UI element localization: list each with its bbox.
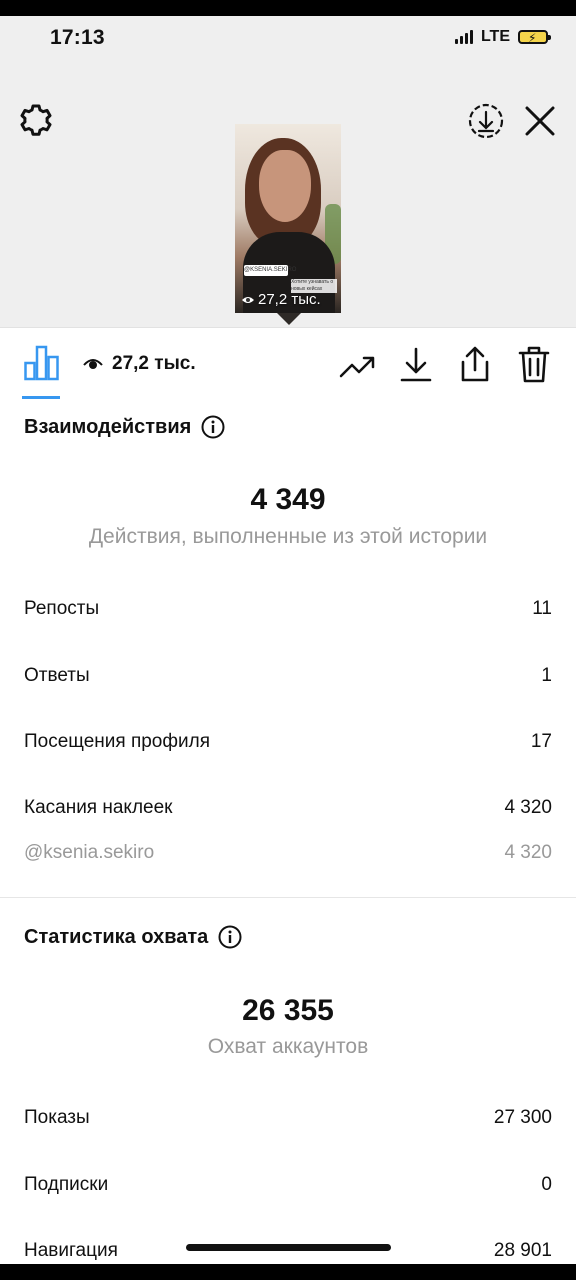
info-icon[interactable] [201,415,225,439]
eye-icon [83,359,103,369]
thumbnail-views: 27,2 тыс. [241,291,321,308]
row-label: Ответы [24,665,90,686]
row-label: Посещения профиля [24,731,210,752]
interaction-row-profile-visits: Посещения профиля 17 [24,731,552,753]
home-indicator[interactable] [186,1244,391,1251]
download-circle-icon[interactable] [466,101,506,141]
promote-trend-icon[interactable] [338,348,378,384]
row-value: 0 [541,1174,552,1195]
interaction-row-sticker-taps: Касания наклеек 4 320 [24,797,552,819]
network-label: LTE [480,28,510,45]
row-label: Показы [24,1107,90,1128]
interactions-header: Взаимодействия [24,415,225,439]
interaction-row-reposts: Репосты 11 [24,598,552,620]
interactions-title: Взаимодействия [24,415,192,438]
active-tab-indicator [22,396,60,399]
section-divider [0,897,576,898]
reach-total: 26 355 [242,994,334,1027]
row-value: 4 320 [504,797,552,818]
thumbnail-face [259,150,311,222]
trash-icon[interactable] [515,344,553,384]
bar-chart-icon[interactable] [24,345,59,381]
interaction-row-mention[interactable]: @ksenia.sekiro 4 320 [24,842,552,864]
reach-header: Статистика охвата [24,925,242,949]
bottom-black-border [0,1264,576,1280]
row-label: Касания наклеек [24,797,173,818]
status-time: 17:13 [50,26,105,49]
views-count: 27,2 тыс. [112,353,196,374]
reach-row-follows: Подписки 0 [24,1174,552,1196]
row-label: Репосты [24,598,100,619]
gear-icon[interactable] [18,103,54,139]
reach-title: Статистика охвата [24,925,209,948]
share-icon[interactable] [456,344,494,384]
story-thumbnail[interactable]: @KSENIA.SEKIRO Хотите узнавать о новых к… [235,124,341,313]
info-icon[interactable] [218,925,242,949]
mention-label[interactable]: @ksenia.sekiro [24,842,154,864]
row-value: 27 300 [493,1107,552,1128]
row-label: Навигация [24,1240,118,1261]
signal-icon [454,30,473,44]
status-indicators: LTE ⚡ [454,28,551,46]
top-black-border [0,0,576,16]
thumbnail-views-count: 27,2 тыс. [258,291,321,308]
eye-icon [242,296,254,303]
mention-sticker: @KSENIA.SEKIRO [244,265,296,276]
reach-row-impressions: Показы 27 300 [24,1107,552,1129]
row-value: 28 901 [493,1240,552,1261]
interactions-total: 4 349 [250,483,326,516]
reach-subtitle: Охват аккаунтов [207,1035,369,1058]
close-icon[interactable] [520,101,560,141]
row-value: 4 320 [504,842,552,863]
battery-icon: ⚡ [518,30,551,45]
row-value: 11 [532,598,552,619]
download-icon[interactable] [398,346,434,384]
row-value: 1 [541,665,552,686]
thumbnail-pointer [277,313,301,325]
interaction-row-replies: Ответы 1 [24,665,552,687]
row-value: 17 [530,731,552,752]
row-label: Подписки [24,1174,109,1195]
interactions-subtitle: Действия, выполненные из этой истории [88,525,488,548]
